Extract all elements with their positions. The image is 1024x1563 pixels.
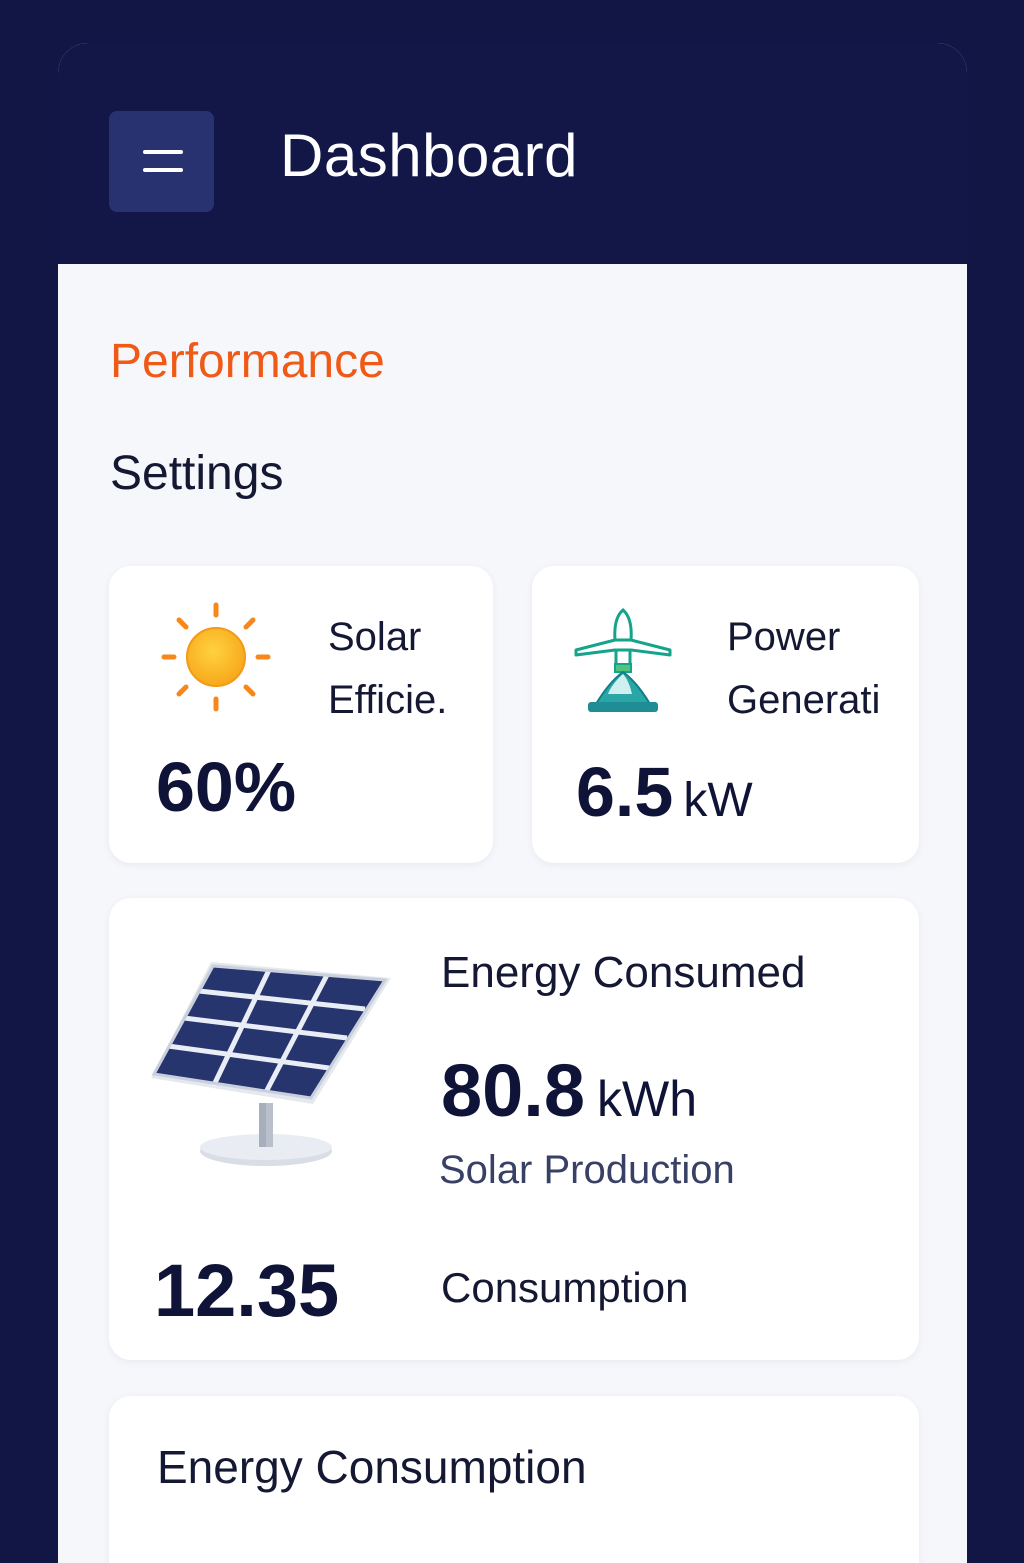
energy-card[interactable]: Energy Consumed 80.8 kWh Solar Production… [109, 898, 919, 1360]
consumption-label: Consumption [441, 1264, 689, 1311]
energy-consumption-card[interactable]: Energy Consumption [109, 1396, 919, 1563]
energy-consumed-value: 80.8 kWh [441, 1048, 697, 1133]
section-title-performance[interactable]: Performance [110, 334, 385, 389]
app-header: Dashboard [58, 43, 967, 264]
energy-consumed-label: Energy Consumed [441, 948, 806, 997]
app-window: Dashboard Performance Settings Solar Eff… [58, 43, 967, 1563]
power-generation-value: 6.5 kW [576, 752, 753, 832]
menu-button[interactable] [109, 111, 214, 212]
power-generation-card[interactable]: Power Generati 6.5 kW [532, 566, 919, 863]
power-generation-number: 6.5 [576, 753, 674, 831]
solar-production-label: Solar Production [439, 1148, 735, 1192]
consumption-value: 12.35 [154, 1249, 340, 1332]
solar-efficiency-card[interactable]: Solar Efficie. 60% [109, 566, 493, 863]
sun-icon [161, 602, 271, 712]
energy-consumed-unit: kWh [597, 1071, 698, 1127]
solar-panel-icon [151, 962, 391, 1166]
power-generation-unit: kW [683, 774, 753, 827]
solar-efficiency-label: Solar Efficie. [328, 615, 448, 722]
solar-efficiency-value: 60% [156, 748, 297, 826]
energy-consumed-number: 80.8 [441, 1049, 586, 1132]
energy-consumption-title: Energy Consumption [157, 1441, 587, 1493]
power-tower-icon [574, 608, 672, 712]
section-title-settings[interactable]: Settings [110, 446, 283, 501]
page-title: Dashboard [280, 122, 579, 189]
power-generation-label: Power Generati [727, 615, 881, 722]
